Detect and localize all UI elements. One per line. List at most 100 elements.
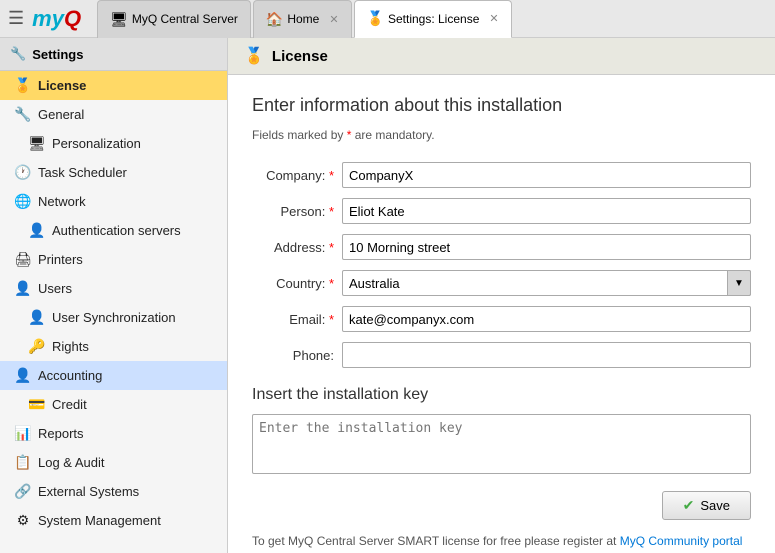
task-scheduler-icon: 🕐	[14, 164, 32, 181]
sidebar-item-accounting[interactable]: 👤 Accounting	[0, 361, 227, 390]
sidebar-item-label: Accounting	[38, 368, 102, 383]
license-icon: 🏅	[14, 77, 32, 94]
person-label: Person: *	[252, 204, 342, 219]
company-input[interactable]	[342, 162, 751, 188]
sidebar-item-task-scheduler[interactable]: 🕐 Task Scheduler	[0, 158, 227, 187]
tab-bar: 🖥 MyQ Central Server 🏠 Home ✕ 🏅 Settings…	[97, 0, 767, 38]
community-portal-link[interactable]: MyQ Community portal	[620, 534, 743, 548]
sidebar-item-label: User Synchronization	[52, 310, 176, 325]
settings-tab-close[interactable]: ✕	[489, 12, 498, 25]
sidebar-item-personalization[interactable]: 🖥 Personalization	[0, 129, 227, 158]
person-input[interactable]	[342, 198, 751, 224]
phone-input[interactable]	[342, 342, 751, 368]
content-body: Enter information about this installatio…	[228, 75, 775, 553]
network-icon: 🌐	[14, 193, 32, 210]
auth-icon: 👤	[28, 222, 46, 239]
sidebar-item-label: Task Scheduler	[38, 165, 127, 180]
sidebar-item-label: Credit	[52, 397, 87, 412]
sidebar-item-label: Reports	[38, 426, 84, 441]
sidebar-item-external-systems[interactable]: 🔗 External Systems	[0, 477, 227, 506]
sidebar-item-label: External Systems	[38, 484, 139, 499]
sidebar-item-label: Users	[38, 281, 72, 296]
users-icon: 👤	[14, 280, 32, 297]
sidebar: 🔧 Settings 🏅 License 🔧 General 🖥 Persona…	[0, 38, 228, 553]
country-label: Country: *	[252, 276, 342, 291]
checkmark-icon: ✔	[683, 497, 695, 514]
form-row-country: Country: * Australia USA UK Germany ▼	[252, 270, 751, 296]
system-icon: ⚙	[14, 512, 32, 529]
save-row: ✔ Save	[252, 491, 751, 520]
home-icon: 🏠	[266, 11, 283, 28]
sidebar-item-label: Log & Audit	[38, 455, 105, 470]
content-header: 🏅 License	[228, 38, 775, 75]
sidebar-item-label: Network	[38, 194, 86, 209]
rights-icon: 🔑	[28, 338, 46, 355]
content-header-label: License	[272, 48, 328, 65]
sidebar-item-general[interactable]: 🔧 General	[0, 100, 227, 129]
content-area: 🏅 License Enter information about this i…	[228, 38, 775, 553]
sidebar-item-system-management[interactable]: ⚙ System Management	[0, 506, 227, 535]
country-select-wrap: Australia USA UK Germany ▼	[342, 270, 751, 296]
menu-icon[interactable]: ☰	[8, 8, 24, 29]
save-button[interactable]: ✔ Save	[662, 491, 751, 520]
mandatory-note: Fields marked by * are mandatory.	[252, 128, 751, 142]
personalization-icon: 🖥	[28, 135, 46, 152]
form-row-company: Company: *	[252, 162, 751, 188]
printers-icon: 🖨	[14, 251, 32, 268]
form-row-address: Address: *	[252, 234, 751, 260]
sidebar-item-users[interactable]: 👤 Users	[0, 274, 227, 303]
content-header-icon: 🏅	[244, 46, 264, 66]
section-title: Enter information about this installatio…	[252, 95, 751, 116]
tab-server[interactable]: 🖥 MyQ Central Server	[97, 0, 251, 38]
credit-icon: 💳	[28, 396, 46, 413]
sidebar-item-label: System Management	[38, 513, 161, 528]
sidebar-item-label: Printers	[38, 252, 83, 267]
email-label: Email: *	[252, 312, 342, 327]
sidebar-item-rights[interactable]: 🔑 Rights	[0, 332, 227, 361]
user-sync-icon: 👤	[28, 309, 46, 326]
sidebar-item-log-audit[interactable]: 📋 Log & Audit	[0, 448, 227, 477]
logo: myQ	[32, 6, 81, 32]
key-textarea[interactable]	[252, 414, 751, 474]
sidebar-item-printers[interactable]: 🖨 Printers	[0, 245, 227, 274]
sidebar-header-label: Settings	[32, 47, 83, 62]
tab-home[interactable]: 🏠 Home ✕	[253, 0, 352, 38]
main-layout: 🔧 Settings 🏅 License 🔧 General 🖥 Persona…	[0, 38, 775, 553]
sidebar-item-reports[interactable]: 📊 Reports	[0, 419, 227, 448]
form-row-person: Person: *	[252, 198, 751, 224]
reports-icon: 📊	[14, 425, 32, 442]
phone-label: Phone:	[252, 348, 342, 363]
email-input[interactable]	[342, 306, 751, 332]
form-row-email: Email: *	[252, 306, 751, 332]
address-label: Address: *	[252, 240, 342, 255]
top-bar: ☰ myQ 🖥 MyQ Central Server 🏠 Home ✕ 🏅 Se…	[0, 0, 775, 38]
server-icon: 🖥	[110, 11, 128, 28]
sidebar-item-license[interactable]: 🏅 License	[0, 71, 227, 100]
key-textarea-wrap	[252, 414, 751, 477]
sidebar-item-auth-servers[interactable]: 👤 Authentication servers	[0, 216, 227, 245]
log-icon: 📋	[14, 454, 32, 471]
key-section-title: Insert the installation key	[252, 386, 751, 404]
home-tab-close[interactable]: ✕	[329, 13, 338, 26]
external-icon: 🔗	[14, 483, 32, 500]
general-icon: 🔧	[14, 106, 32, 123]
sidebar-header: 🔧 Settings	[0, 38, 227, 71]
sidebar-item-label: Rights	[52, 339, 89, 354]
sidebar-item-user-sync[interactable]: 👤 User Synchronization	[0, 303, 227, 332]
sidebar-item-credit[interactable]: 💳 Credit	[0, 390, 227, 419]
sidebar-item-network[interactable]: 🌐 Network	[0, 187, 227, 216]
sidebar-item-label: Personalization	[52, 136, 141, 151]
settings-tab-icon: 🏅	[367, 10, 384, 27]
sidebar-item-label: General	[38, 107, 84, 122]
company-label: Company: *	[252, 168, 342, 183]
mandatory-star: *	[347, 128, 352, 142]
form-row-phone: Phone:	[252, 342, 751, 368]
footer-note: To get MyQ Central Server SMART license …	[252, 534, 751, 548]
country-select[interactable]: Australia USA UK Germany	[342, 270, 751, 296]
settings-icon: 🔧	[10, 46, 26, 62]
sidebar-item-label: License	[38, 78, 86, 93]
accounting-icon: 👤	[14, 367, 32, 384]
address-input[interactable]	[342, 234, 751, 260]
sidebar-item-label: Authentication servers	[52, 223, 181, 238]
tab-settings[interactable]: 🏅 Settings: License ✕	[354, 0, 512, 38]
